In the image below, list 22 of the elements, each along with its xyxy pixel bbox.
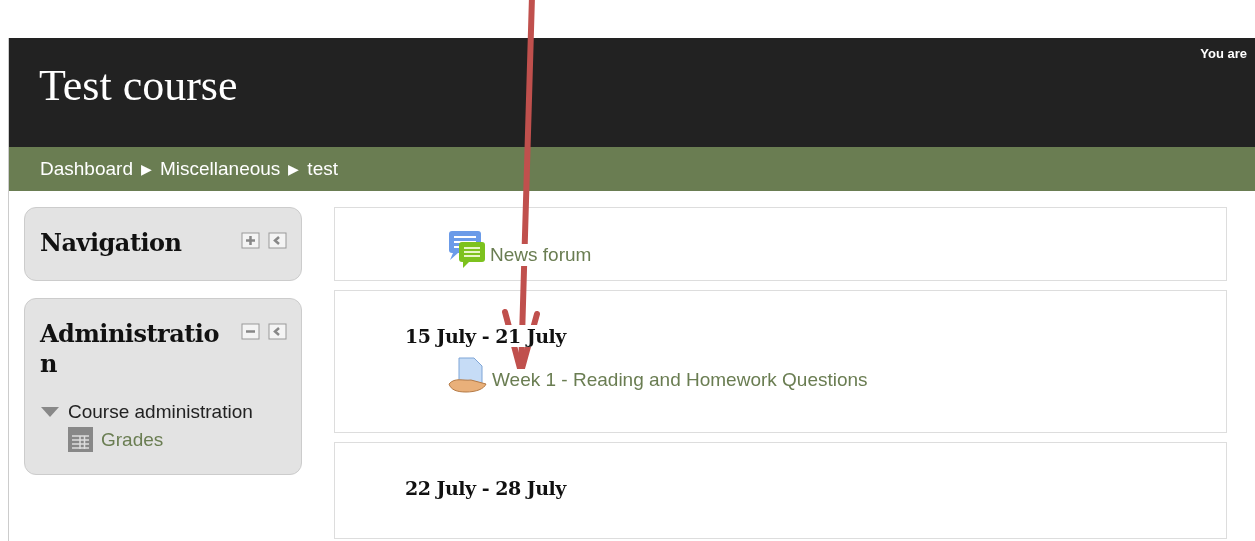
table-icon: [68, 427, 93, 452]
grades-link[interactable]: Grades: [101, 428, 164, 451]
activity-link[interactable]: Week 1 - Reading and Homework Questions: [492, 369, 868, 391]
breadcrumb-link[interactable]: Miscellaneous: [159, 158, 281, 180]
section-title: 15 July - 21 July: [405, 325, 566, 347]
separator-icon: ▶: [288, 161, 300, 177]
course-title: Test course: [39, 60, 238, 111]
plus-icon[interactable]: [241, 232, 260, 249]
block-title: Navigation: [40, 228, 183, 258]
minus-icon[interactable]: [241, 323, 260, 340]
login-info: You are: [1200, 46, 1248, 61]
breadcrumb-link[interactable]: test: [307, 158, 338, 180]
separator-icon: ▶: [140, 161, 152, 177]
forum-icon: [448, 230, 486, 268]
assignment-icon: [448, 357, 488, 393]
expand-triangle-icon[interactable]: [40, 406, 60, 418]
dock-icon[interactable]: [268, 232, 287, 249]
activity-link[interactable]: News forum: [490, 244, 592, 266]
dock-icon[interactable]: [268, 323, 287, 340]
tree-item[interactable]: Course administration: [68, 401, 253, 423]
block-title: Administratio n: [40, 319, 220, 379]
breadcrumb-link[interactable]: Dashboard: [40, 158, 133, 180]
